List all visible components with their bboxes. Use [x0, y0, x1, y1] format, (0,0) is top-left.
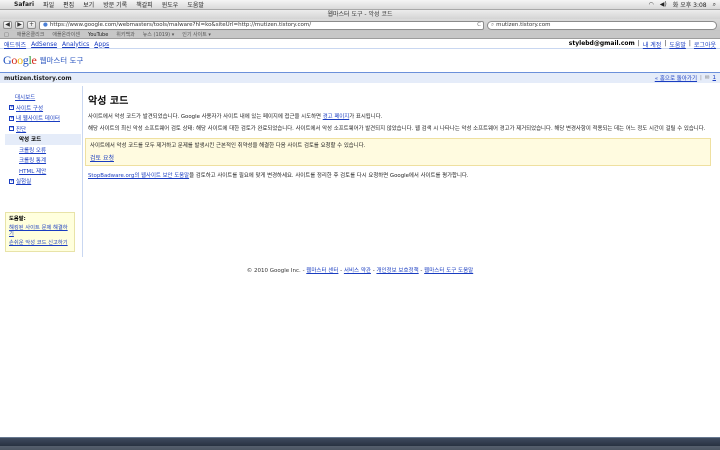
help-box: 도움말: 해킹된 사이트 문제 해결하기 손쉬운 악성 코드 신고하기 [5, 212, 75, 252]
logout-link[interactable]: 로그아웃 [694, 40, 716, 49]
footer-link-privacy[interactable]: 개인정보 보호정책 [376, 268, 418, 274]
mac-menubar: Safari 파일 편집 보기 방문 기록 책갈피 윈도우 도움말 ◠ ◀) 화… [0, 0, 720, 10]
my-account-link[interactable]: 내 계정 [643, 40, 661, 49]
spotlight-icon[interactable]: ⌕ [713, 1, 716, 9]
sidebar-item-html-suggestions[interactable]: HTML 제안 [5, 166, 81, 177]
bookmark-show-all[interactable]: □ [4, 32, 9, 38]
gbar-adsense[interactable]: AdSense [31, 41, 57, 48]
stopbadware-text: StopBadware.org의 웹사이트 보안 도움말을 검토하고 사이트를 … [88, 173, 469, 179]
page-header: Google 웹마스터 도구 [0, 50, 720, 70]
page-icon: ● [43, 21, 48, 28]
user-email: stylebd@gmail.com [568, 39, 635, 47]
forward-button[interactable]: ▶ [15, 21, 24, 29]
expand-icon[interactable]: + [9, 105, 14, 111]
sidebar-item-malware[interactable]: 악성 코드 [5, 134, 81, 145]
separator: | [700, 75, 702, 81]
bookmarks-bar: □ 애플온클리크 애플온라이센 YouTube 위키백과 뉴스 (1019) ▾… [0, 31, 720, 39]
menu-file[interactable]: 파일 [43, 0, 54, 9]
help-link[interactable]: 도움말 [669, 40, 686, 49]
collapse-icon[interactable]: − [9, 126, 14, 132]
bookmark-item[interactable]: 위키백과 [116, 31, 134, 38]
warning-page-link[interactable]: 경고 페이지 [323, 114, 350, 120]
add-bookmark-button[interactable]: + [27, 21, 37, 29]
mac-dock [0, 437, 720, 450]
help-title: 도움말: [9, 216, 26, 222]
menu-help[interactable]: 도움말 [187, 0, 204, 9]
menu-edit[interactable]: 편집 [63, 0, 74, 9]
footer-link-terms[interactable]: 서비스 약관 [344, 268, 371, 274]
page-title: 악성 코드 [88, 96, 129, 107]
review-request-notice: 사이트에서 악성 코드를 모두 제거하고 문제를 발생시킨 근본적인 취약성을 … [85, 138, 711, 166]
separator: | [664, 39, 667, 47]
bookmark-popular[interactable]: 인기 사이트 ▾ [182, 31, 211, 38]
sidebar-item-site-data[interactable]: + 내 웹사이트 데이터 [5, 113, 81, 124]
sidebar-item-diagnostics[interactable]: − 진단 [5, 124, 81, 135]
gbar-apps[interactable]: Apps [94, 41, 109, 48]
menu-safari[interactable]: Safari [14, 1, 34, 8]
gbar-analytics[interactable]: Analytics [62, 41, 89, 48]
message-count[interactable]: 1 [713, 75, 717, 81]
clock[interactable]: 화 오후 3:08 [673, 0, 707, 9]
address-bar[interactable]: ● https://www.google.com/webmasters/tool… [39, 20, 484, 30]
site-bar: mutizen.tistory.com « 홈으로 돌아가기 | ✉ 1 [0, 72, 720, 83]
bookmark-youtube[interactable]: YouTube [88, 32, 108, 38]
bookmark-item[interactable]: 애플온라이센 [52, 31, 80, 38]
sidebar-item-labs[interactable]: + 실험실 [5, 176, 81, 187]
window-title: 웹마스터 도구 - 악성 코드 [0, 10, 720, 19]
expand-icon[interactable]: + [9, 178, 14, 184]
menubar-status: ◠ ◀) 화 오후 3:08 ⌕ [649, 0, 720, 10]
back-button[interactable]: ◀ [3, 21, 12, 29]
search-text: mutizen.tistory.com [496, 21, 551, 28]
dock-shelf [0, 446, 720, 450]
product-name: 웹마스터 도구 [39, 55, 84, 65]
search-icon: ⌕ [491, 21, 495, 28]
help-link-hacked-site[interactable]: 해킹된 사이트 문제 해결하기 [9, 225, 71, 238]
back-home-link[interactable]: « 홈으로 돌아가기 [655, 74, 697, 82]
wifi-icon[interactable]: ◠ [649, 1, 654, 8]
footer-link-help[interactable]: 웹마스터 도구 도움말 [424, 268, 473, 274]
page-footer: © 2010 Google Inc. - 웹마스터 센터 - 서비스 약관 - … [0, 266, 720, 274]
separator: | [637, 39, 640, 47]
notice-text: 사이트에서 악성 코드를 모두 제거하고 문제를 발생시킨 근본적인 취약성을 … [90, 143, 366, 149]
google-bar: 애드워즈 AdSense Analytics Apps stylebd@gmai… [0, 40, 720, 49]
column-divider [82, 86, 83, 257]
request-review-link[interactable]: 검토 요청 [90, 155, 114, 162]
stopbadware-link[interactable]: StopBadware.org의 웹사이트 보안 도움말 [88, 173, 189, 179]
address-text: https://www.google.com/webmasters/tools/… [49, 21, 312, 28]
volume-icon[interactable]: ◀) [660, 1, 667, 8]
search-field[interactable]: ⌕ mutizen.tistory.com [487, 20, 717, 30]
mail-icon[interactable]: ✉ [705, 75, 710, 81]
sidebar-item-site-config[interactable]: + 사이트 구성 [5, 103, 81, 114]
sidebar-item-dashboard[interactable]: 대시보드 [5, 92, 81, 103]
gbar-adwords[interactable]: 애드워즈 [4, 40, 26, 49]
browser-toolbar: ◀ ▶ + ● https://www.google.com/webmaster… [0, 19, 720, 31]
malware-found-text: 사이트에서 악성 코드가 발견되었습니다. Google 사용자가 사이트 내에… [88, 114, 383, 120]
google-logo[interactable]: Google [3, 53, 37, 68]
expand-icon[interactable]: + [9, 115, 14, 121]
review-status-text: 해당 사이트의 최신 악성 소프트웨어 검토 상태: 해당 사이트에 대한 검토… [88, 126, 706, 132]
sidebar-item-crawl-stats[interactable]: 크롤링 통계 [5, 155, 81, 166]
menu-bookmarks[interactable]: 책갈피 [136, 0, 153, 9]
help-link-report-malware[interactable]: 손쉬운 악성 코드 신고하기 [9, 240, 71, 247]
menu-history[interactable]: 방문 기록 [103, 0, 127, 9]
menu-window[interactable]: 윈도우 [162, 0, 179, 9]
site-url: mutizen.tistory.com [4, 74, 72, 82]
main-content: 악성 코드 사이트에서 악성 코드가 발견되었습니다. Google 사용자가 … [85, 92, 714, 185]
bookmark-item[interactable]: 애플온클리크 [17, 31, 45, 38]
separator: | [688, 39, 691, 47]
menu-view[interactable]: 보기 [83, 0, 94, 9]
sidebar-item-crawl-errors[interactable]: 크롤링 오류 [5, 145, 81, 156]
sidebar-nav: 대시보드 + 사이트 구성 + 내 웹사이트 데이터 − 진단 악성 코드 크롤링 오… [5, 92, 81, 187]
reload-icon[interactable]: C [477, 22, 483, 29]
footer-link-webmaster-central[interactable]: 웹마스터 센터 [306, 268, 338, 274]
bookmark-news[interactable]: 뉴스 (1019) ▾ [143, 31, 175, 38]
copyright: © 2010 Google Inc. [246, 268, 301, 274]
